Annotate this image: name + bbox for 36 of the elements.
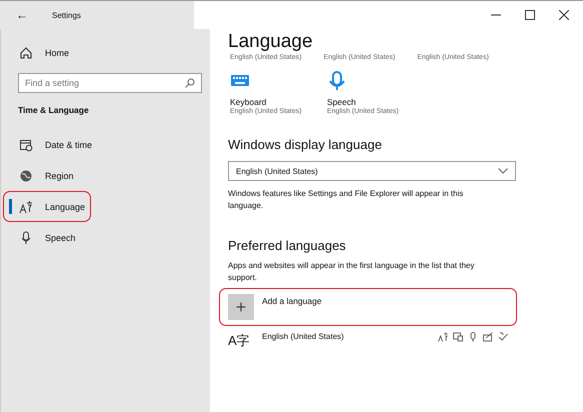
microphone-icon: [327, 71, 347, 91]
window-title: Settings: [36, 1, 194, 29]
quick-link[interactable]: Keyboard: [230, 97, 266, 107]
page-title: Language: [228, 30, 314, 54]
section-heading: Preferred languages: [228, 238, 347, 253]
microphone-icon: [19, 230, 33, 244]
microphone-icon: [468, 332, 478, 342]
chevron-down-icon: [498, 168, 508, 174]
add-language-button[interactable]: + Add a language: [228, 294, 508, 320]
display-icon: [453, 332, 463, 342]
spellcheck-icon: [498, 332, 508, 342]
language-icon: [19, 200, 33, 214]
description-text: Apps and websites will appear in the first language in the list that they support.: [228, 260, 476, 284]
language-name[interactable]: English (United States): [262, 332, 344, 341]
description-text: Windows features like Settings and File Explorer will appear in this language.: [228, 188, 464, 212]
search-field[interactable]: Find a setting: [18, 73, 202, 93]
sidebar-item[interactable]: Region: [1, 160, 210, 191]
search-icon: [185, 78, 195, 88]
home-link[interactable]: Home: [1, 39, 210, 67]
calendar-icon: [19, 138, 33, 152]
plus-icon: +: [228, 294, 254, 320]
language-icon: [438, 332, 448, 342]
home-icon: [19, 46, 33, 60]
language-glyph: A字: [228, 334, 251, 348]
section-heading: Time & Language: [17, 104, 90, 117]
section-heading: Windows display language: [228, 137, 383, 152]
handwriting-icon: [483, 332, 493, 342]
sidebar-item[interactable]: Date & time: [1, 129, 210, 160]
language-dropdown[interactable]: English (United States): [228, 161, 516, 181]
maximize-icon: [525, 10, 535, 20]
sidebar-item[interactable]: Speech: [1, 222, 210, 253]
sidebar-item[interactable]: Language: [1, 191, 210, 222]
globe-icon: [19, 168, 33, 182]
back-button[interactable]: ←: [0, 1, 36, 29]
quick-link[interactable]: Speech: [327, 97, 356, 107]
close-icon: [559, 10, 569, 20]
